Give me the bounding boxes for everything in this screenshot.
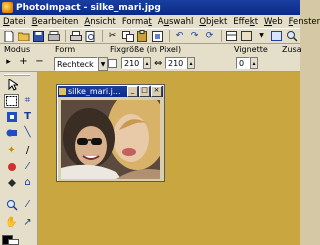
print-icon[interactable] (69, 30, 82, 43)
undo-icon[interactable]: ↶ (173, 30, 186, 43)
path-drawing-tool-icon[interactable] (4, 126, 19, 140)
menu-web[interactable]: Web (261, 17, 286, 27)
text-tool-icon[interactable]: T (20, 110, 35, 124)
background-color-swatch[interactable] (8, 239, 19, 245)
minimize-button[interactable]: _ (127, 86, 138, 97)
photo-image (61, 100, 160, 179)
additional-label: Zusa (282, 45, 302, 54)
zoom-icon[interactable] (285, 30, 298, 43)
scan-icon[interactable] (47, 30, 60, 43)
panel-grip[interactable] (4, 74, 30, 76)
image-document-window[interactable]: silke_mari.j... _ □ × (56, 84, 165, 182)
width-field[interactable]: 210 (121, 57, 143, 69)
window-title: PhotoImpact - silke_mari.jpg (16, 2, 161, 13)
hand-tool-icon[interactable]: ✋ (4, 216, 19, 230)
rotate-icon[interactable]: ⟳ (203, 30, 216, 43)
vignette-field[interactable]: 0 (236, 57, 250, 69)
open-folder-icon[interactable] (17, 30, 30, 43)
form-select[interactable]: Rechteck ▼ (54, 57, 108, 71)
height-stepper-icon[interactable]: ▴ (187, 57, 195, 69)
close-button[interactable]: × (151, 86, 162, 97)
mode-subtract-selection-icon[interactable]: − (34, 56, 45, 68)
document-title: silke_mari.j... (68, 87, 121, 96)
eyedropper-tool-icon[interactable]: ⁄ (20, 198, 35, 212)
menu-ansicht[interactable]: Ansicht (81, 17, 118, 27)
menu-bar: Datei Bearbeiten Ansicht Format Auswahl … (0, 15, 320, 28)
height-field[interactable]: 210 (165, 57, 187, 69)
menu-effekt[interactable]: Effekt (230, 17, 261, 27)
toolbar-separator (221, 30, 222, 42)
retouch-tool-icon[interactable]: ⁄ (20, 160, 35, 174)
clone-tool-icon[interactable] (4, 160, 19, 174)
toolbar-separator (65, 30, 66, 42)
fixed-size-checkbox[interactable] (108, 59, 117, 68)
menu-bearbeiten[interactable]: Bearbeiten (29, 17, 82, 27)
save-disk-icon[interactable] (32, 30, 45, 43)
menu-auswahl[interactable]: Auswahl (155, 17, 197, 27)
eraser-tool-icon[interactable]: ⌂ (20, 176, 35, 190)
modus-label: Modus (4, 45, 31, 54)
view-mode-icon[interactable] (240, 30, 253, 43)
copy-icon[interactable] (121, 30, 134, 43)
vignette-stepper-icon[interactable]: ▴ (250, 57, 258, 69)
form-select-value: Rechteck (54, 57, 98, 71)
photo-canvas[interactable] (61, 100, 160, 179)
photoimpact-app-icon[interactable] (2, 2, 13, 13)
menu-fenster[interactable]: Fenster (286, 17, 320, 27)
mode-new-selection-icon[interactable]: ▸ (3, 56, 14, 68)
link-icon[interactable]: ⇔ (154, 58, 162, 69)
new-file-icon[interactable] (2, 30, 15, 43)
toolbar-separator (169, 30, 170, 42)
attribute-toolbar: Modus ▸ + − Form Rechteck ▼ Fixgröße (in… (0, 44, 302, 72)
mode-add-selection-icon[interactable]: + (18, 56, 29, 68)
tool-panel: ⌗ T ╲ ✦ / ⁄ ⌂ ⁄ ✋ ↗ (0, 72, 38, 245)
fixed-size-label: Fixgröße (in Pixel) (110, 45, 182, 54)
fill-bucket-icon[interactable] (4, 176, 19, 190)
menu-format[interactable]: Format (119, 17, 155, 27)
zoom-fit-icon[interactable] (270, 30, 283, 43)
paint-tool-icon[interactable]: ✦ (4, 144, 19, 158)
line-arrow-tool-icon[interactable]: ╲ (20, 126, 35, 140)
width-stepper-icon[interactable]: ▴ (143, 57, 151, 69)
redo-icon[interactable]: ↷ (188, 30, 201, 43)
zoom-tool-icon[interactable] (4, 198, 19, 212)
preview-icon[interactable] (84, 30, 97, 43)
title-bar: PhotoImpact - silke_mari.jpg (0, 0, 300, 15)
paste-special-icon[interactable] (151, 30, 164, 43)
transform-tool-icon[interactable] (4, 110, 19, 124)
paste-icon[interactable] (136, 30, 149, 43)
vignette-label: Vignette (234, 45, 268, 54)
document-icon (59, 88, 66, 95)
layout-icon[interactable] (225, 30, 238, 43)
cut-scissors-icon[interactable]: ✂ (106, 30, 119, 43)
document-title-bar[interactable]: silke_mari.j... _ □ × (58, 86, 163, 97)
maximize-button[interactable]: □ (139, 86, 150, 97)
dropdown-arrow-icon[interactable]: ▼ (255, 30, 268, 43)
menu-datei[interactable]: Datei (0, 17, 29, 27)
crop-tool-icon[interactable]: ⌗ (20, 94, 35, 108)
form-label: Form (55, 45, 76, 54)
standard-toolbar: ✂ ↶ ↷ ⟳ ▼ (0, 28, 300, 44)
menu-objekt[interactable]: Objekt (196, 17, 230, 27)
brush-tool-icon[interactable]: / (20, 144, 35, 158)
standard-selection-tool-icon[interactable] (4, 94, 19, 108)
measure-tool-icon[interactable]: ↗ (20, 216, 35, 230)
toolbar-separator (102, 30, 103, 42)
chevron-down-icon[interactable]: ▼ (98, 57, 108, 71)
pick-tool-icon[interactable] (5, 78, 20, 92)
